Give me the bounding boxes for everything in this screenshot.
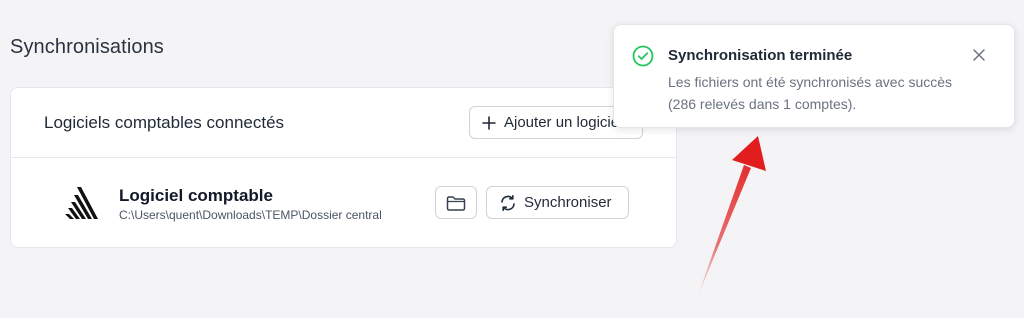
add-software-label: Ajouter un logiciel: [504, 114, 623, 131]
synchronize-button[interactable]: Synchroniser: [486, 186, 629, 219]
page-title: Synchronisations: [10, 36, 164, 58]
toast-message: Les fichiers ont été synchronisés avec s…: [668, 74, 953, 112]
connected-software-card: Logiciels comptables connectés Ajouter u…: [10, 87, 677, 248]
sync-complete-toast: Synchronisation terminée Les fichiers on…: [613, 24, 1015, 128]
folder-icon: [446, 195, 466, 211]
refresh-icon: [501, 194, 515, 211]
plus-icon: [482, 115, 496, 130]
software-name: Logiciel comptable: [119, 186, 273, 205]
card-title: Logiciels comptables connectés: [44, 113, 285, 132]
card-header: Logiciels comptables connectés Ajouter u…: [11, 88, 676, 158]
software-path: C:\Users\quent\Downloads\TEMP\Dossier ce…: [119, 208, 382, 222]
synchronize-label: Synchroniser: [524, 194, 612, 211]
logiciel-logo-icon: [64, 185, 100, 221]
close-icon[interactable]: [972, 48, 986, 67]
toast-title: Synchronisation terminée: [668, 47, 853, 64]
check-circle-icon: [632, 45, 654, 72]
open-folder-button[interactable]: [435, 186, 477, 219]
